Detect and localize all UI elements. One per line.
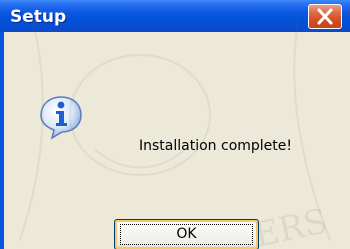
close-button[interactable]: [308, 4, 342, 29]
window-title: Setup: [10, 7, 67, 27]
dialog-body: Installation complete! OK: [4, 32, 350, 249]
ok-button-label: OK: [176, 226, 197, 242]
setup-dialog-window: Setup Installation complete! OK: [0, 0, 350, 249]
completion-message: Installation complete!: [139, 138, 292, 154]
close-icon: [317, 8, 333, 25]
title-bar[interactable]: Setup: [0, 0, 350, 32]
information-icon: [40, 96, 82, 140]
ok-button[interactable]: OK: [114, 219, 259, 249]
